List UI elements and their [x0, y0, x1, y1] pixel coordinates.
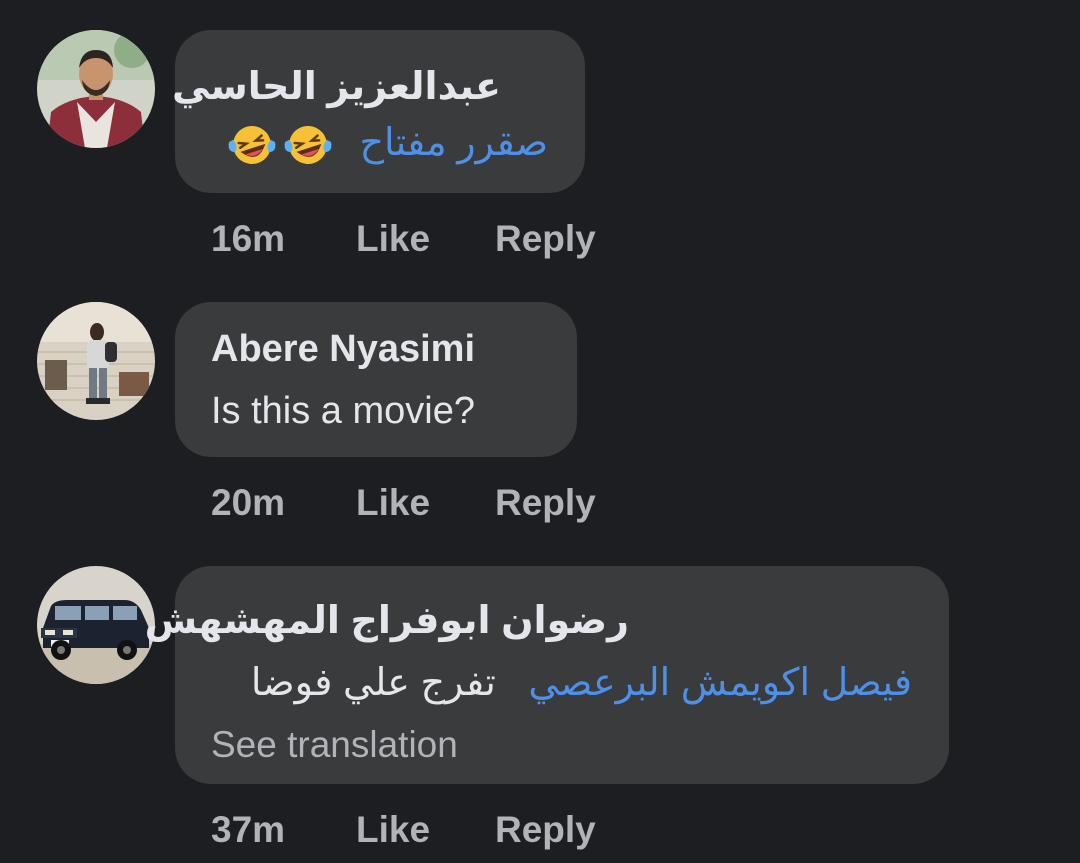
laughing-crying-emoji-icon — [228, 125, 276, 164]
comment-timestamp: 20m — [211, 482, 286, 523]
avatar[interactable] — [37, 30, 155, 148]
comment-timestamp: 37m — [211, 809, 286, 850]
comment-timestamp: 16m — [211, 218, 286, 259]
avatar[interactable] — [37, 566, 155, 684]
avatar-photo — [37, 30, 155, 148]
emoji-group — [227, 122, 333, 168]
avatar-photo — [37, 302, 155, 420]
comment-body: تفرج علي فوضا فيصل اكويمش البرعصي — [251, 660, 912, 705]
comment-body: صقرر مفتاح — [227, 120, 548, 168]
comment-text: تفرج علي فوضا — [250, 662, 496, 704]
reply-button[interactable]: Reply — [495, 218, 596, 260]
comment-bubble[interactable]: عبدالعزيز الحاسي صقرر مفتاح — [172, 30, 585, 193]
like-button[interactable]: Like — [356, 809, 430, 851]
see-translation-link[interactable]: See translation — [211, 724, 458, 766]
comment-bubble[interactable]: Abere Nyasimi Is this a movie? — [175, 302, 577, 457]
comment-author[interactable]: رضوان ابوفراج المهشهش — [145, 598, 629, 643]
avatar[interactable] — [37, 302, 155, 420]
comment-bubble[interactable]: رضوان ابوفراج المهشهش تفرج علي فوضا فيصل… — [145, 566, 949, 784]
avatar-photo — [37, 566, 155, 684]
comment-author[interactable]: Abere Nyasimi — [211, 328, 475, 371]
reply-button[interactable]: Reply — [495, 482, 596, 524]
mention-link[interactable]: صقرر مفتاح — [359, 122, 548, 164]
laughing-crying-emoji-icon — [284, 125, 332, 164]
like-button[interactable]: Like — [356, 482, 430, 524]
comment-author[interactable]: عبدالعزيز الحاسي — [172, 64, 501, 109]
comment-text: Is this a movie? — [211, 390, 475, 432]
like-button[interactable]: Like — [356, 218, 430, 260]
reply-button[interactable]: Reply — [495, 809, 596, 851]
mention-link[interactable]: فيصل اكويمش البرعصي — [528, 662, 912, 704]
